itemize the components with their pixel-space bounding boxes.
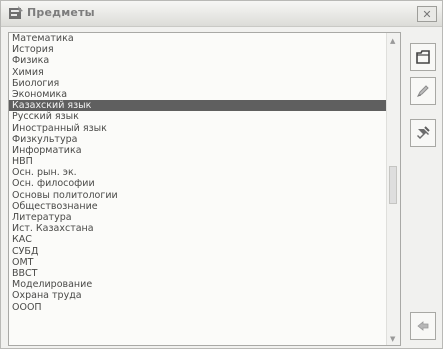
exit-icon (417, 321, 429, 331)
list-item[interactable]: Биология (9, 78, 387, 89)
add-subject-button[interactable] (410, 43, 436, 71)
app-icon (9, 6, 23, 19)
window-title: Предметы (27, 6, 95, 19)
title-bar[interactable]: Предметы ✕ (1, 1, 442, 27)
list-item[interactable]: ОМТ (9, 257, 387, 268)
subjects-list: Математика История Физика Химия Биология Экон… (9, 33, 387, 313)
edit-subject-button[interactable] (410, 77, 436, 105)
subjects-window: Предметы ✕ Математика История Физика Химия Б… (0, 0, 443, 349)
list-item[interactable]: Физкультура (9, 134, 387, 145)
list-item[interactable]: Математика (9, 33, 387, 44)
list-item[interactable]: НВП (9, 156, 387, 167)
list-item[interactable]: Иностранный язык (9, 123, 387, 134)
list-item[interactable]: Информатика (9, 145, 387, 156)
list-item[interactable]: Литература (9, 212, 387, 223)
wrench-icon (417, 126, 430, 139)
list-item[interactable]: История (9, 44, 387, 55)
list-item[interactable]: Экономика (9, 89, 387, 100)
vertical-scrollbar[interactable]: ▲ ▼ (386, 33, 400, 345)
list-item[interactable]: ВВСТ (9, 268, 387, 279)
list-item[interactable]: Ист. Казахстана (9, 223, 387, 234)
list-item[interactable]: ОООП (9, 302, 387, 313)
list-item[interactable]: Осн. философии (9, 178, 387, 189)
delete-subject-button[interactable] (410, 119, 436, 147)
list-item[interactable]: Физика (9, 55, 387, 66)
subjects-listbox[interactable]: Математика История Физика Химия Биология Экон… (8, 32, 401, 346)
scroll-down-arrow-icon[interactable]: ▼ (390, 335, 395, 343)
list-item[interactable]: Русский язык (9, 111, 387, 122)
list-item[interactable]: Осн. рын. эк. (9, 167, 387, 178)
pencil-icon (416, 85, 429, 98)
scroll-up-arrow-icon[interactable]: ▲ (390, 37, 395, 45)
list-item[interactable]: Основы политологии (9, 190, 387, 201)
close-button[interactable]: ✕ (417, 6, 437, 22)
list-item[interactable]: Моделирование (9, 279, 387, 290)
list-item[interactable]: Охрана труда (9, 290, 387, 301)
list-item[interactable]: Казахский язык (9, 100, 387, 112)
list-item[interactable]: СУБД (9, 246, 387, 257)
exit-button[interactable] (410, 312, 436, 340)
list-item[interactable]: Обществознание (9, 201, 387, 212)
list-item[interactable]: Химия (9, 67, 387, 78)
scroll-thumb[interactable] (389, 166, 397, 204)
new-document-icon (416, 50, 430, 64)
list-item[interactable]: КАС (9, 234, 387, 245)
